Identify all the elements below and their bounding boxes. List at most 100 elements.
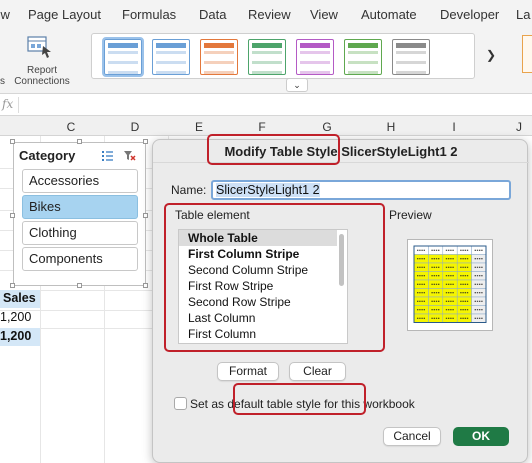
table-style-thumb-row [204,71,234,74]
preview-cell [471,262,487,272]
table-style-thumb-row [252,51,282,54]
table-style-thumb-header [348,43,378,48]
resize-handle[interactable] [143,283,148,288]
tab-page-layout[interactable]: Page Layout [28,7,101,22]
clear-button[interactable]: Clear [289,362,346,381]
preview-cell [413,262,429,272]
resize-handle[interactable] [77,139,82,144]
table-style-thumb[interactable] [296,39,334,75]
annotation-title-highlight [207,134,340,165]
preview-cell [428,288,444,298]
table-style-thumb[interactable] [392,39,430,75]
table-style-thumb-row [252,71,282,74]
preview-cell [442,296,458,306]
table-style-thumb-row [396,71,426,74]
table-style-thumb-row [252,66,282,69]
preview-cell [456,305,472,315]
preview-cell [428,262,444,272]
table-style-thumb-header [108,43,138,48]
preview-cell [442,305,458,315]
table-style-thumb-row [204,61,234,64]
style-name-value: SlicerStyleLight1 2 [216,183,320,197]
resize-handle[interactable] [77,283,82,288]
column-header-j[interactable]: J [511,120,527,134]
table-style-gallery[interactable] [91,33,475,79]
cell-sales-header[interactable]: Sales [3,291,36,305]
style-name-input[interactable]: SlicerStyleLight1 2 [211,180,511,200]
slicer-title: Category [19,148,76,163]
category-slicer[interactable]: Category Accessories Bikes Clothing Comp… [13,142,146,286]
resize-handle[interactable] [143,213,148,218]
tab-layout[interactable]: La [516,7,530,22]
tab-review[interactable]: Review [248,7,291,22]
resize-handle[interactable] [10,139,15,144]
table-style-thumb[interactable] [152,39,190,75]
column-header-c[interactable]: C [63,120,79,134]
preview-cell [456,262,472,272]
preview-cell [456,271,472,281]
cell-sales-value[interactable]: 1,200 [0,310,31,324]
table-style-thumb-row [156,61,186,64]
cut-off-label: s [0,76,5,87]
table-style-thumb-row [252,56,282,59]
table-style-thumb[interactable] [102,37,144,77]
column-header-i[interactable]: I [446,120,462,134]
table-style-thumb[interactable] [248,39,286,75]
preview-cell [471,254,487,264]
tab-developer[interactable]: Developer [440,7,499,22]
clear-filter-icon[interactable] [124,149,136,161]
column-header-g[interactable]: G [319,120,335,134]
ribbon: Report Connections s ❯ ⌄ [0,30,532,94]
tab-formulas[interactable]: Formulas [122,7,176,22]
table-style-thumb-row [348,61,378,64]
preview-cell [456,313,472,323]
column-header-e[interactable]: E [191,120,207,134]
preview-cell [413,254,429,264]
format-button[interactable]: Format [217,362,279,381]
tab-view[interactable]: View [0,7,10,22]
table-style-thumb-row [300,61,330,64]
column-header-d[interactable]: D [127,120,143,134]
resize-handle[interactable] [143,139,148,144]
column-header-f[interactable]: F [254,120,270,134]
default-style-checkbox[interactable] [174,397,187,410]
table-style-thumb-row [300,71,330,74]
slicer-item-bikes[interactable]: Bikes [22,195,138,219]
resize-handle[interactable] [10,213,15,218]
slicer-item-components[interactable]: Components [22,247,138,271]
table-style-thumb[interactable] [200,39,238,75]
preview-cell [428,271,444,281]
slicer-item-clothing[interactable]: Clothing [22,221,138,245]
chevron-right-icon[interactable]: ❯ [486,48,496,62]
cancel-button[interactable]: Cancel [383,427,441,446]
tab-automate[interactable]: Automate [361,7,417,22]
formula-divider [18,97,19,113]
report-connections-label[interactable]: Report Connections [10,65,74,87]
tab-view-2[interactable]: View [310,7,338,22]
slicer-item-accessories[interactable]: Accessories [22,169,138,193]
preview-cell [471,305,487,315]
resize-handle[interactable] [10,283,15,288]
preview-cell [413,245,429,255]
table-style-thumb[interactable] [344,39,382,75]
table-style-thumb-row [156,51,186,54]
preview-cell [428,279,444,289]
formula-bar[interactable]: fx [0,94,532,116]
report-connections-icon[interactable] [25,34,55,60]
table-style-thumb-row [396,61,426,64]
fx-icon[interactable]: fx [2,97,13,111]
preview-cell [442,245,458,255]
chevron-down-icon[interactable]: ⌄ [286,78,308,92]
table-style-thumb-row [108,61,138,64]
tab-data[interactable]: Data [199,7,226,22]
table-style-thumb-row [108,56,138,59]
style-thumb-partial[interactable] [522,35,532,73]
preview-cell [456,288,472,298]
multi-select-icon[interactable] [102,149,114,161]
cell-sales-total[interactable]: 1,200 [0,329,31,343]
preview-cell [428,296,444,306]
table-style-thumb-header [156,43,186,48]
column-header-h[interactable]: H [383,120,399,134]
preview-cell [442,271,458,281]
ok-button[interactable]: OK [453,427,509,446]
